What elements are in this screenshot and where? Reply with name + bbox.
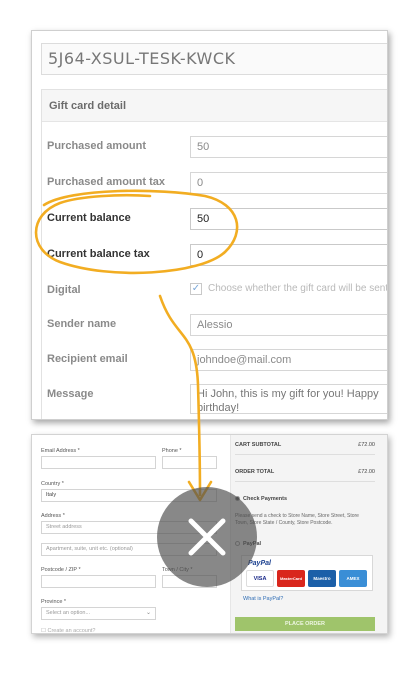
chevron-down-icon: ⌄ xyxy=(145,610,151,616)
create-account-checkbox[interactable]: ☐ Create an account? xyxy=(41,628,95,633)
province-select[interactable]: Select an option... ⌄ xyxy=(41,607,156,620)
close-x-icon xyxy=(157,487,257,587)
postcode-label: Postcode / ZIP * xyxy=(41,567,81,573)
cart-subtotal-value: £72.00 xyxy=(358,442,375,448)
checkmark-icon: ✓ xyxy=(191,283,201,294)
row-purchased-amount-tax: Purchased amount tax 0 xyxy=(42,172,387,196)
recipient-email-field[interactable]: johndoe@mail.com xyxy=(190,349,387,371)
row-recipient-email: Recipient email johndoe@mail.com xyxy=(42,349,387,373)
purchased-amount-label: Purchased amount xyxy=(47,140,147,152)
province-label: Province * xyxy=(41,599,67,605)
gift-card-detail-title: Gift card detail xyxy=(42,90,387,122)
digital-checkbox-text: Choose whether the gift card will be sen… xyxy=(208,283,388,294)
sender-name-field[interactable]: Alessio xyxy=(190,314,387,336)
message-field[interactable]: Hi John, this is my gift for you! Happy … xyxy=(190,384,387,414)
digital-label: Digital xyxy=(47,284,81,296)
sender-name-label: Sender name xyxy=(47,318,117,330)
row-current-balance: Current balance 50 xyxy=(42,208,387,232)
paypal-cards-box: PayPal VISA MasterCard Maestro AMEX xyxy=(241,555,373,591)
tutorial-screenshot: 5J64-XSUL-TESK-KWCK Gift card detail Pur… xyxy=(0,0,420,674)
x-mark-icon xyxy=(188,518,226,556)
gift-card-detail-box: Gift card detail Purchased amount 50 Pur… xyxy=(41,89,388,419)
order-total-row: ORDER TOTAL £72.00 xyxy=(235,462,375,482)
cart-subtotal-label: CART SUBTOTAL xyxy=(235,442,282,448)
gift-card-panel: 5J64-XSUL-TESK-KWCK Gift card detail Pur… xyxy=(31,30,388,420)
place-order-button[interactable]: PLACE ORDER xyxy=(235,617,375,631)
digital-checkbox[interactable]: ✓ xyxy=(190,283,202,295)
purchased-amount-tax-field[interactable]: 0 xyxy=(190,172,387,194)
what-is-paypal-link[interactable]: What is PayPal? xyxy=(243,596,283,602)
order-total-label: ORDER TOTAL xyxy=(235,469,275,475)
amex-card-icon: AMEX xyxy=(339,570,367,587)
address-label: Address * xyxy=(41,513,65,519)
current-balance-tax-label: Current balance tax xyxy=(47,248,150,260)
phone-input[interactable] xyxy=(162,456,217,469)
phone-label: Phone * xyxy=(162,448,182,454)
row-message: Message Hi John, this is my gift for you… xyxy=(42,384,387,414)
recipient-email-label: Recipient email xyxy=(47,353,128,365)
row-purchased-amount: Purchased amount 50 xyxy=(42,136,387,160)
row-digital: Digital ✓ Choose whether the gift card w… xyxy=(42,280,388,304)
current-balance-tax-field[interactable]: 0 xyxy=(190,244,387,266)
maestro-card-icon: Maestro xyxy=(308,570,336,587)
gift-card-code: 5J64-XSUL-TESK-KWCK xyxy=(41,43,387,75)
message-label: Message xyxy=(47,388,94,400)
current-balance-field[interactable]: 50 xyxy=(190,208,387,230)
purchased-amount-field[interactable]: 50 xyxy=(190,136,387,158)
purchased-amount-tax-label: Purchased amount tax xyxy=(47,176,165,188)
row-current-balance-tax: Current balance tax 0 xyxy=(42,244,387,268)
row-sender-name: Sender name Alessio xyxy=(42,314,387,338)
postcode-input[interactable] xyxy=(41,575,156,588)
order-total-value: £72.00 xyxy=(358,469,375,475)
cart-subtotal-row: CART SUBTOTAL £72.00 xyxy=(235,435,375,455)
email-input[interactable] xyxy=(41,456,156,469)
email-label: Email Address * xyxy=(41,448,80,454)
current-balance-label: Current balance xyxy=(47,212,131,224)
country-label: Country * xyxy=(41,481,64,487)
mastercard-icon: MasterCard xyxy=(277,570,305,587)
